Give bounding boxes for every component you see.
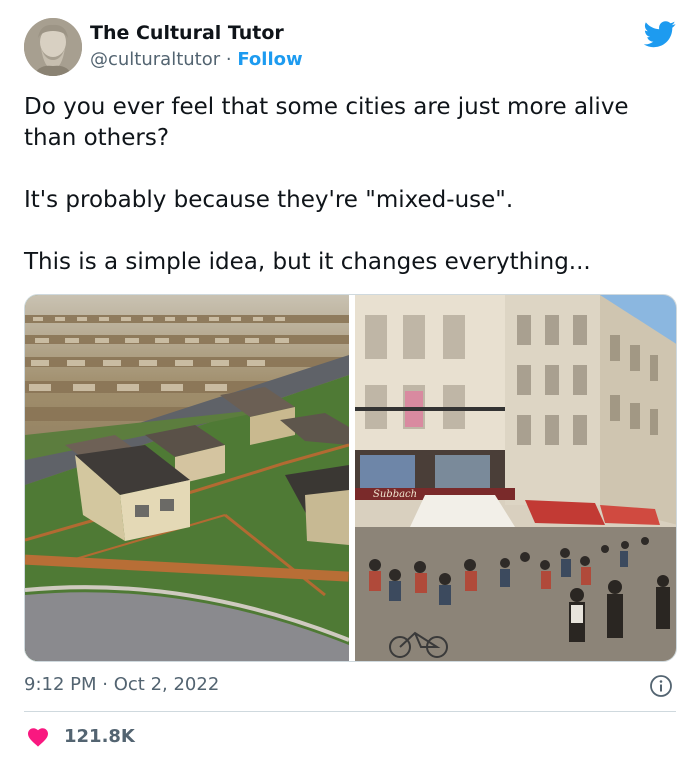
tweet-time: 9:12 PM <box>24 674 97 695</box>
tweet-text: Do you ever feel that some cities are ju… <box>24 92 674 278</box>
tweet-date: Oct 2, 2022 <box>113 674 220 695</box>
tweet-paragraph: It's probably because they're "mixed-use… <box>24 187 514 213</box>
follow-button[interactable]: Follow <box>237 49 302 70</box>
author-handle[interactable]: @culturaltutor <box>90 49 220 70</box>
heart-icon <box>26 725 50 749</box>
twitter-bird-icon[interactable] <box>643 18 676 50</box>
like-count: 121.8K <box>64 726 135 747</box>
tweet-timestamp[interactable]: 9:12 PM · Oct 2, 2022 <box>24 674 219 695</box>
avatar[interactable] <box>24 18 82 76</box>
timestamp-separator: · <box>102 674 108 695</box>
tweet-paragraph: Do you ever feel that some cities are ju… <box>24 94 629 151</box>
suburb-aerial-photo[interactable] <box>25 295 349 661</box>
paris-street-photo[interactable]: Subbach <box>355 295 676 661</box>
author-handle-line: @culturaltutor · Follow <box>90 49 303 70</box>
shop-sign: Subbach <box>373 489 417 500</box>
author-name[interactable]: The Cultural Tutor <box>90 22 284 44</box>
tweet-media: Subbach <box>24 294 677 662</box>
tweet-paragraph: This is a simple idea, but it changes ev… <box>24 249 591 275</box>
divider <box>24 711 676 712</box>
info-icon[interactable] <box>649 674 673 698</box>
tweet-header: The Cultural Tutor @culturaltutor · Foll… <box>24 18 676 80</box>
handle-separator: · <box>225 49 232 70</box>
